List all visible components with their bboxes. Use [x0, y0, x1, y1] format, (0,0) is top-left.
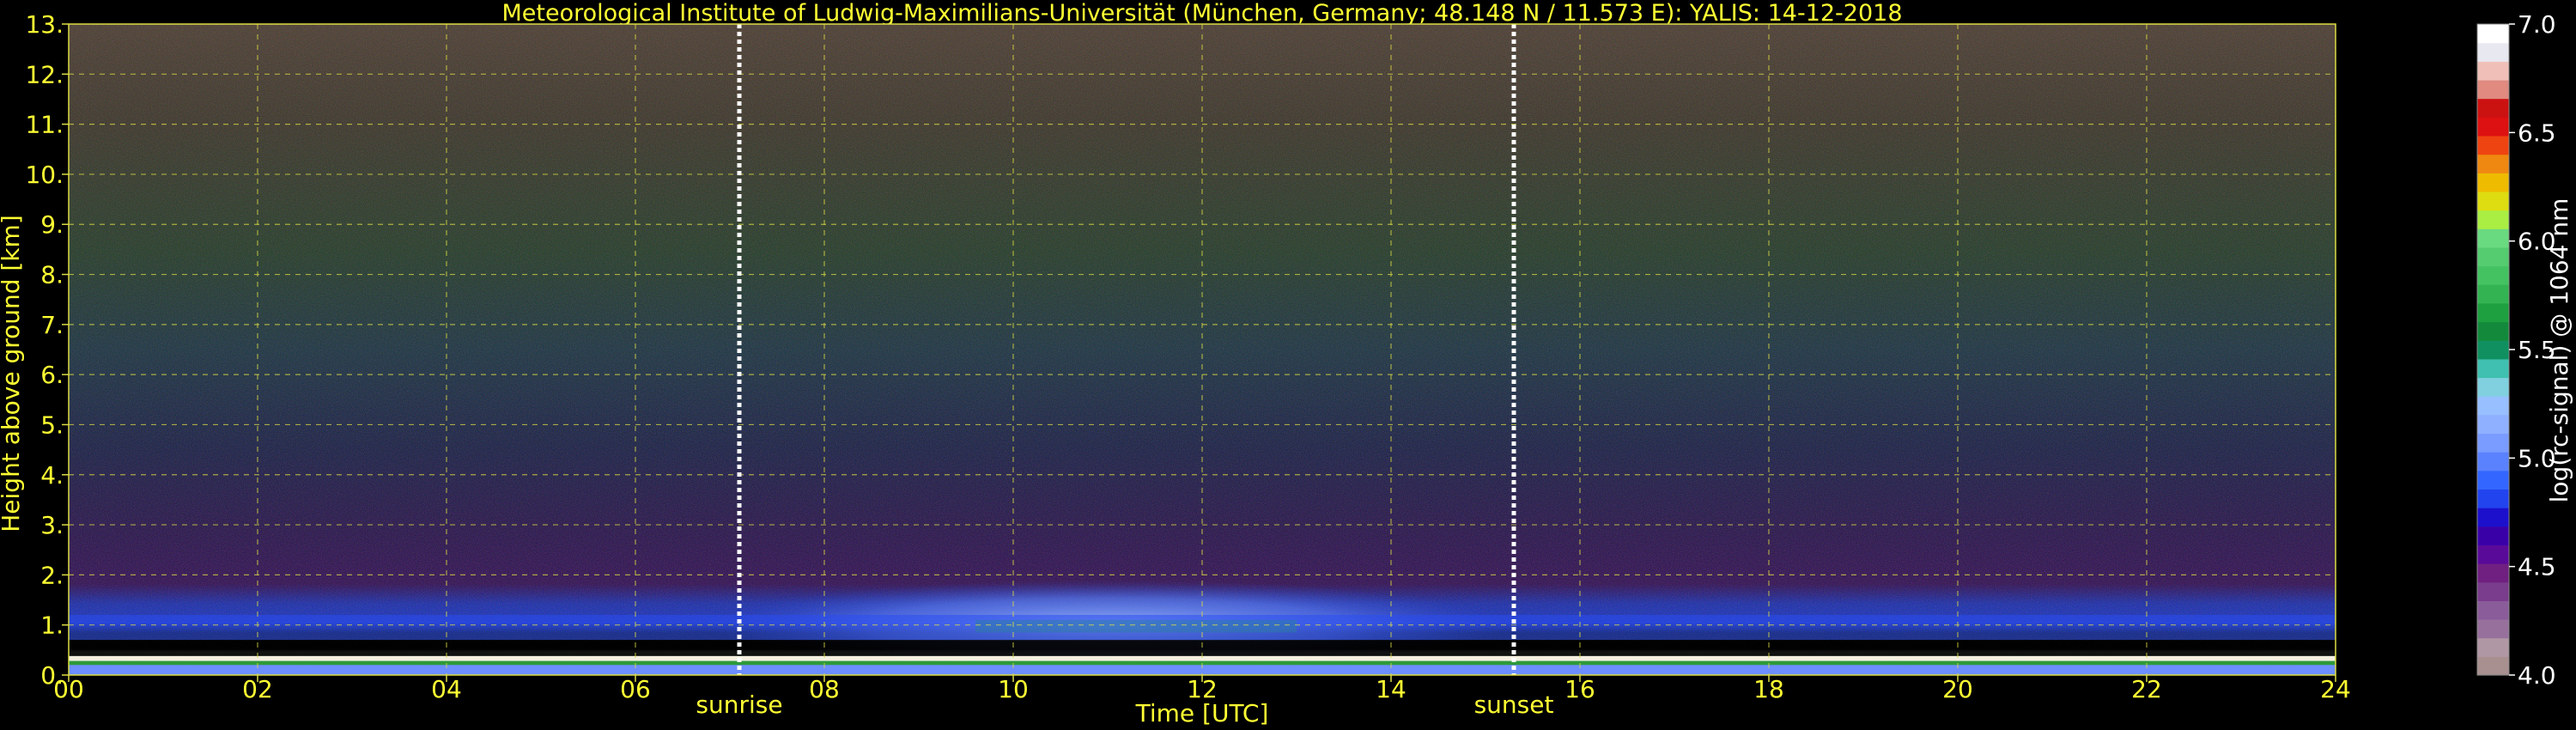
colorbar-segment: [2477, 24, 2509, 44]
colorbar: 4.04.55.05.56.06.57.0: [2476, 10, 2556, 690]
y-axis-label: Height above ground [km]: [0, 215, 25, 532]
colorbar-segment: [2477, 581, 2509, 601]
y-tick-label: 5.: [40, 411, 64, 439]
lidar-chart: Meteorological Institute of Ludwig-Maxim…: [0, 0, 2573, 727]
colorbar-tick-label: 7.0: [2518, 10, 2556, 39]
colorbar-segment: [2477, 414, 2509, 435]
colorbar-segment: [2477, 302, 2509, 323]
chart-title: Meteorological Institute of Ludwig-Maxim…: [501, 0, 1902, 27]
x-tick-label: 20: [1942, 675, 1973, 703]
colorbar-segment: [2477, 619, 2509, 639]
plot-area: sunrise sunset00 02 04 06 08 10 12 14 16 18 20 22 240…: [25, 10, 2350, 719]
colorbar-segment: [2477, 246, 2509, 267]
x-tick-label: 04: [431, 675, 462, 703]
colorbar-segment: [2477, 210, 2509, 229]
colorbar-segment: [2477, 61, 2509, 81]
colorbar-segment: [2477, 563, 2509, 583]
x-tick-label: 16: [1564, 675, 1595, 703]
colorbar-segment: [2477, 358, 2509, 379]
colorbar-segment: [2477, 79, 2509, 100]
colorbar-segment: [2477, 154, 2509, 173]
colorbar-segment: [2477, 656, 2509, 676]
colorbar-segment: [2477, 228, 2509, 248]
colorbar-segment: [2477, 637, 2509, 657]
y-tick-label: 4.: [40, 461, 64, 490]
sunrise-label: sunrise: [696, 690, 782, 719]
colorbar-segment: [2477, 321, 2509, 341]
y-tick-label: 7.: [40, 311, 64, 339]
colorbar-segment: [2477, 173, 2509, 192]
y-tick-label: 2.: [40, 561, 64, 589]
x-tick-label: 08: [809, 675, 840, 703]
x-tick-label: 02: [242, 675, 273, 703]
colorbar-segment: [2477, 117, 2509, 137]
colorbar-segment: [2477, 135, 2509, 155]
colorbar-segment: [2477, 42, 2509, 62]
colorbar-segment: [2477, 600, 2509, 620]
colorbar-segment: [2477, 265, 2509, 285]
colorbar-label: log(rc-signal) @ 1064 nm: [2545, 198, 2573, 503]
y-tick-label: 9.: [40, 210, 64, 239]
colorbar-segment: [2477, 544, 2509, 564]
colorbar-segment: [2477, 526, 2509, 545]
y-tick-label: 3.: [40, 511, 64, 539]
sunset-label: sunset: [1474, 690, 1554, 719]
x-tick-label: 14: [1376, 675, 1406, 703]
x-tick-label: 18: [1753, 675, 1784, 703]
y-tick-label: 8.: [40, 261, 64, 289]
colorbar-segment: [2477, 470, 2509, 490]
x-tick-label: 22: [2131, 675, 2162, 703]
colorbar-segment: [2477, 489, 2509, 508]
colorbar-segment: [2477, 191, 2509, 211]
y-tick-label: 10.: [25, 161, 64, 189]
y-tick-label: 6.: [40, 361, 64, 389]
colorbar-segment: [2477, 433, 2509, 453]
colorbar-segment: [2477, 98, 2509, 118]
y-tick-label: 0.: [40, 661, 64, 690]
y-tick-label: 12.: [25, 60, 64, 88]
colorbar-segment: [2477, 284, 2509, 304]
y-tick-label: 11.: [25, 111, 64, 139]
colorbar-segment: [2477, 508, 2509, 527]
x-tick-label: 24: [2320, 675, 2351, 703]
colorbar-segment: [2477, 396, 2509, 416]
x-tick-label: 10: [998, 675, 1029, 703]
colorbar-tick-label: 6.5: [2518, 119, 2556, 147]
y-tick-label: 13.: [25, 10, 64, 39]
colorbar-segment: [2477, 452, 2509, 471]
colorbar-tick-label: 4.0: [2518, 661, 2556, 690]
x-axis-label: Time [UTC]: [1135, 699, 1269, 727]
y-tick-label: 1.: [40, 611, 64, 640]
colorbar-tick-label: 4.5: [2518, 553, 2556, 581]
colorbar-segment: [2477, 377, 2509, 397]
x-tick-label: 06: [620, 675, 651, 703]
colorbar-segment: [2477, 340, 2509, 360]
